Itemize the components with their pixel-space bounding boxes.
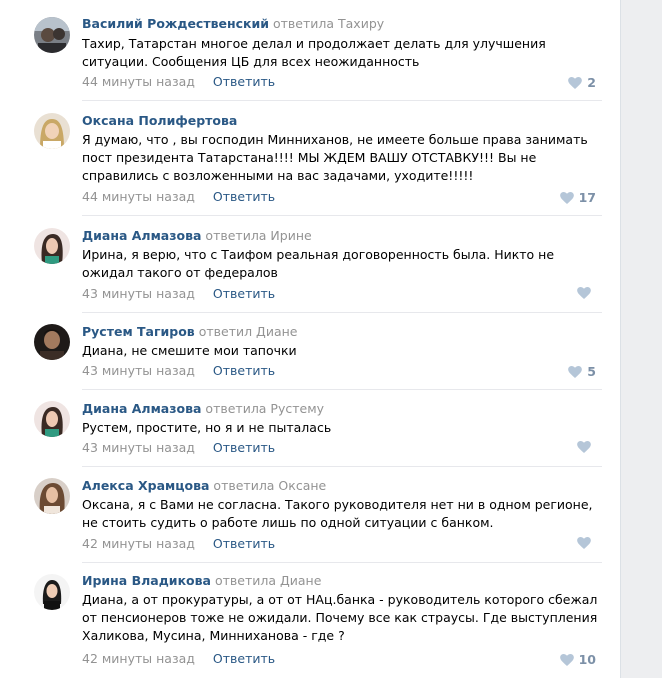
heart-icon [568,365,583,378]
comment-author[interactable]: Василий Рождественский [82,16,269,31]
heart-icon [559,191,574,204]
comment-header: Диана Алмазова ответила Ирине [82,228,312,244]
comment-reply-to: ответила Диане [214,573,322,588]
comment-meta: 43 минуты назад Ответить [82,440,275,456]
like-count: 10 [578,652,596,667]
comment-time[interactable]: 44 минуты назад [82,189,195,204]
heart-icon [568,76,583,89]
reply-button[interactable]: Ответить [213,189,275,204]
like-button[interactable] [577,441,596,453]
comment-reply-to: ответил Диане [198,324,298,339]
comment-time[interactable]: 42 минуты назад [82,651,195,666]
divider [82,100,602,101]
comment-header: Василий Рождественский ответила Тахиру [82,16,384,32]
avatar[interactable] [34,574,70,610]
comment-time[interactable]: 43 минуты назад [82,363,195,378]
comment-meta: 42 минуты назад Ответить [82,536,275,552]
comment-author[interactable]: Диана Алмазова [82,401,201,416]
comment-author[interactable]: Рустем Тагиров [82,324,195,339]
comment-meta: 43 минуты назад Ответить [82,286,275,302]
like-button[interactable]: 10 [559,652,596,667]
comment-time[interactable]: 43 минуты назад [82,440,195,455]
comment-header: Оксана Полифертова [82,113,237,129]
like-button[interactable]: 17 [559,190,596,205]
comment-meta: 44 минуты назад Ответить [82,74,275,90]
reply-button[interactable]: Ответить [213,74,275,89]
heart-icon [559,653,574,666]
like-button[interactable] [577,287,596,299]
avatar[interactable] [34,324,70,360]
comment-time[interactable]: 44 минуты назад [82,74,195,89]
comment-header: Ирина Владикова ответила Диане [82,573,321,589]
comment-time[interactable]: 42 минуты назад [82,536,195,551]
like-count: 17 [578,190,596,205]
comment-text: Рустем, простите, но я и не пыталась [82,420,332,435]
avatar[interactable] [34,478,70,514]
comment-author[interactable]: Алекса Храмцова [82,478,209,493]
divider [82,215,602,216]
heart-icon [577,441,591,453]
comment-text: Оксана, я с Вами не согласна. Такого рук… [82,497,593,530]
comment-header: Рустем Тагиров ответил Диане [82,324,297,340]
reply-button[interactable]: Ответить [213,286,275,301]
comments-panel: Василий Рождественский ответила Тахиру Т… [0,0,621,678]
like-button[interactable]: 5 [568,364,596,379]
reply-button[interactable]: Ответить [213,440,275,455]
avatar[interactable] [34,17,70,53]
comment-author[interactable]: Оксана Полифертова [82,113,237,128]
comment-meta: 44 минуты назад Ответить [82,189,275,205]
divider [82,466,602,467]
comment-reply-to: ответила Тахиру [273,16,385,31]
avatar[interactable] [34,228,70,264]
comment-header: Алекса Храмцова ответила Оксане [82,478,326,494]
avatar[interactable] [34,401,70,437]
divider [82,389,602,390]
comment-author[interactable]: Ирина Владикова [82,573,211,588]
like-count: 2 [587,75,596,90]
reply-button[interactable]: Ответить [213,536,275,551]
divider [82,562,602,563]
comment-author[interactable]: Диана Алмазова [82,228,201,243]
comment-text: Диана, а от прокуратуры, а от от НАц.бан… [82,592,598,643]
heart-icon [577,537,591,549]
comment-text: Ирина, я верю, что с Таифом реальная дог… [82,247,555,280]
like-count: 5 [587,364,596,379]
reply-button[interactable]: Ответить [213,363,275,378]
avatar[interactable] [34,113,70,149]
reply-button[interactable]: Ответить [213,651,275,666]
comment-text: Тахир, Татарстан многое делал и продолжа… [82,36,546,69]
heart-icon [577,287,591,299]
comment-text: Я думаю, что , вы господин Минниханов, н… [82,132,588,183]
comment-time[interactable]: 43 минуты назад [82,286,195,301]
divider [82,312,602,313]
comment-reply-to: ответила Оксане [213,478,327,493]
like-button[interactable]: 2 [568,75,596,90]
comment-meta: 43 минуты назад Ответить [82,363,275,379]
comment-header: Диана Алмазова ответила Рустему [82,401,324,417]
comment-meta: 42 минуты назад Ответить [82,651,275,667]
comment-reply-to: ответила Ирине [205,228,312,243]
like-button[interactable] [577,537,596,549]
comment-text: Диана, не смешите мои тапочки [82,343,297,358]
comment-reply-to: ответила Рустему [205,401,325,416]
